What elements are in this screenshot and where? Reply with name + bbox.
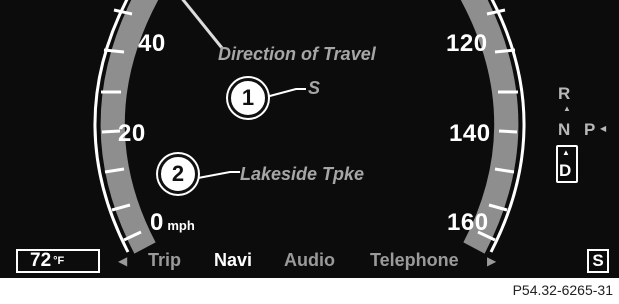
temperature-value: 72 (30, 250, 52, 271)
gear-left-arrow-icon: ◀ (600, 124, 607, 133)
menu-item-trip[interactable]: Trip (148, 250, 181, 271)
speed-needle (181, 0, 224, 49)
gear-up-arrow-icon: ▲ (563, 104, 571, 113)
speed-label-120: 120 (446, 30, 488, 57)
menu-left-arrow-icon[interactable]: ◀ (118, 254, 127, 268)
callout-2-marker: 2 (158, 154, 198, 194)
speed-unit: mph (167, 218, 195, 233)
figure: 40 20 0 mph 120 140 160 Direction of Trav… (0, 0, 619, 304)
speed-label-140: 140 (449, 120, 491, 147)
speed-label-40: 40 (138, 30, 166, 57)
road-name: Lakeside Tpke (240, 164, 365, 184)
callout-2-leader (197, 171, 240, 179)
gear-n: N (558, 120, 571, 139)
speed-label-20: 20 (118, 120, 146, 147)
image-code: P54.32-6265-31 (512, 282, 613, 298)
mode-indicator: S (587, 249, 609, 273)
speed-label-160: 160 (447, 209, 489, 236)
instrument-cluster-display: 40 20 0 mph 120 140 160 Direction of Trav… (0, 0, 619, 278)
temperature-unit: °F (53, 255, 65, 267)
gear-p: P (584, 120, 596, 139)
heading-value: S (308, 78, 321, 98)
menu-item-audio[interactable]: Audio (284, 250, 335, 271)
direction-of-travel-label: Direction of Travel (218, 44, 376, 64)
callout-1-leader (265, 88, 306, 98)
speedometer-gauge (93, 0, 526, 254)
speed-label-0-group: 0 mph (150, 209, 195, 237)
menu-item-telephone[interactable]: Telephone (370, 250, 459, 271)
callout-1-marker: 1 (228, 78, 268, 118)
gear-r: R (558, 84, 571, 103)
gear-d-arrow-icon: ▲ (562, 148, 570, 157)
menu-item-navi[interactable]: Navi (214, 250, 252, 271)
speed-label-0: 0 (150, 209, 164, 236)
gear-d: D (559, 161, 572, 180)
menu-right-arrow-icon[interactable]: ▶ (487, 254, 496, 268)
outside-temperature: 72 °F (16, 249, 100, 273)
